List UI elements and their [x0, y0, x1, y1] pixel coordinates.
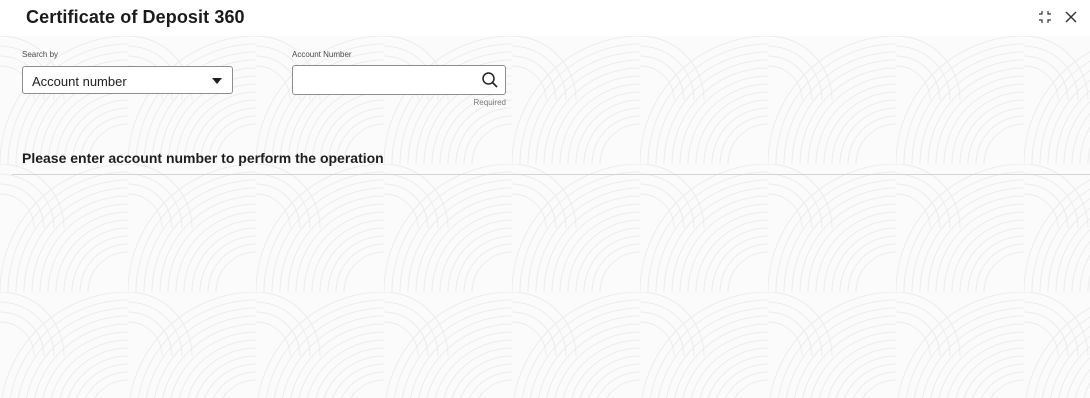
- divider: [12, 174, 1090, 175]
- compress-icon[interactable]: [1036, 8, 1054, 26]
- account-number-input[interactable]: [293, 66, 489, 94]
- account-number-field[interactable]: [292, 65, 506, 95]
- search-icon[interactable]: [481, 71, 499, 89]
- account-number-label: Account Number: [292, 50, 352, 59]
- search-by-label: Search by: [22, 50, 59, 59]
- info-message: Please enter account number to perform t…: [22, 150, 384, 166]
- page-title: Certificate of Deposit 360: [26, 7, 245, 27]
- required-hint: Required: [473, 98, 506, 107]
- main-content: Search by Account number Account Number …: [0, 36, 1090, 398]
- chevron-down-icon: [212, 78, 222, 84]
- search-by-value: Account number: [32, 74, 127, 89]
- header-actions: [1036, 8, 1080, 26]
- search-by-select[interactable]: Account number: [22, 66, 233, 94]
- close-icon[interactable]: [1062, 8, 1080, 26]
- page-header: Certificate of Deposit 360: [0, 0, 1090, 36]
